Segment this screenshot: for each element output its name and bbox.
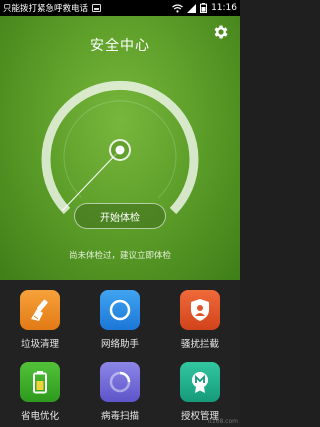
security-hero: 安全中心 开始体检 尚未体检过，建议立即体检 <box>0 16 240 280</box>
tool-label: 省电优化 <box>20 411 59 422</box>
signal-icon <box>187 3 197 13</box>
tool-power-saving[interactable]: 省电优化 <box>0 355 80 427</box>
check-hint: 尚未体检过，建议立即体检 <box>68 251 171 261</box>
notification-icon <box>92 4 102 12</box>
wifi-icon <box>172 3 183 12</box>
virus-scan-icon <box>100 362 140 402</box>
start-check-button[interactable]: 开始体检 <box>74 203 166 229</box>
page-title: 安全中心 <box>90 38 150 54</box>
tool-permission-manager[interactable]: 授权管理 <box>160 355 240 427</box>
status-bar: 只能拨打紧急呼救电话 11:16 <box>0 0 240 16</box>
gauge-hub-inner <box>115 145 125 155</box>
clock: 11:16 <box>211 3 237 13</box>
shield-user-icon <box>180 290 220 330</box>
tool-network-assistant[interactable]: 网络助手 <box>80 283 160 355</box>
tool-label: 网络助手 <box>100 339 139 350</box>
tool-label: 骚扰拦截 <box>180 339 219 350</box>
watermark: it168.com <box>207 418 238 425</box>
tool-junk-clean[interactable]: 垃圾清理 <box>0 283 80 355</box>
battery-status-icon <box>200 3 208 13</box>
battery-icon <box>20 362 60 402</box>
emergency-call-text: 只能拨打紧急呼救电话 <box>3 4 89 14</box>
tool-label: 垃圾清理 <box>20 339 59 350</box>
tool-virus-scan[interactable]: 病毒扫描 <box>80 355 160 427</box>
network-ring-icon <box>100 290 140 330</box>
tool-harassment-block[interactable]: 骚扰拦截 <box>160 283 240 355</box>
status-icons: 11:16 <box>172 3 237 13</box>
permission-badge-icon <box>180 362 220 402</box>
gear-icon[interactable] <box>212 23 230 41</box>
tool-label: 病毒扫描 <box>100 411 139 422</box>
broom-icon <box>20 290 60 330</box>
gauge-needle <box>61 149 121 212</box>
tools-grid: 垃圾清理 网络助手 骚扰拦截 省电优化 病毒扫描 授权管理 <box>0 280 240 427</box>
